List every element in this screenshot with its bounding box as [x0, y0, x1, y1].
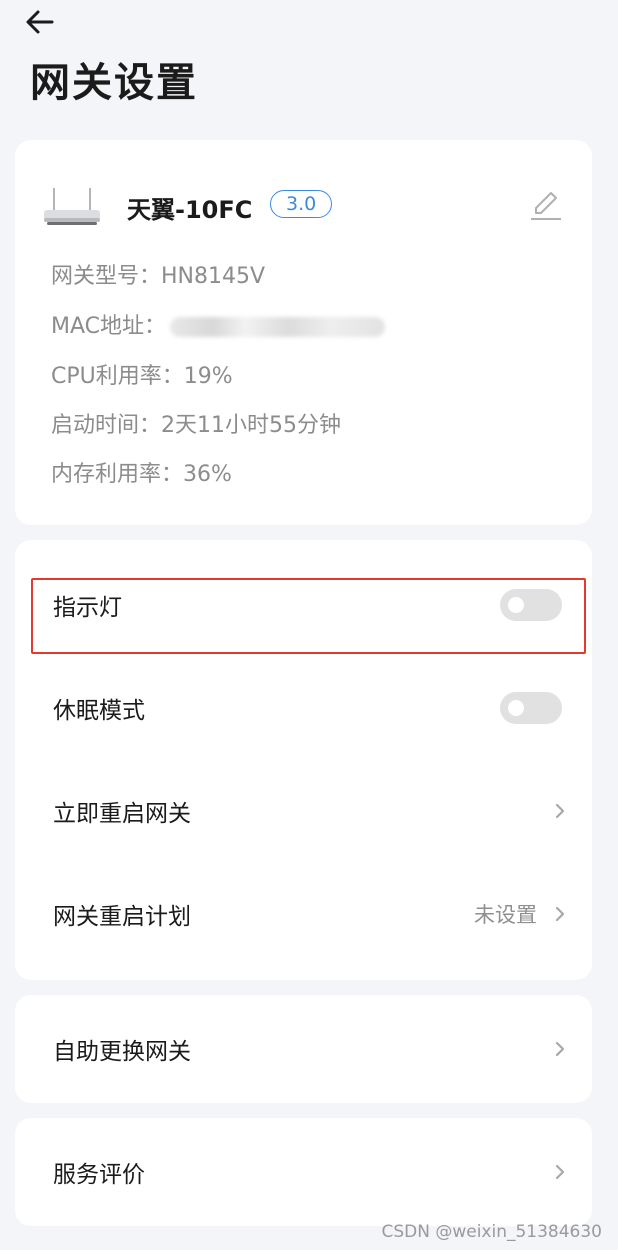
device-info-card: 天翼-10FC 3.0 网关型号：HN8145V MAC地址： CPU利用率：1…: [15, 140, 592, 525]
info-mac-label: MAC地址：: [51, 314, 167, 339]
page-title: 网关设置: [30, 60, 198, 106]
service-review-row: 服务评价: [15, 1137, 592, 1207]
edit-name-button[interactable]: [530, 188, 562, 226]
info-model-row: 网关型号：HN8145V: [51, 258, 265, 290]
mac-address-redacted: [170, 317, 386, 337]
sleep-mode-row: 休眠模式: [15, 673, 592, 743]
toggle-knob: [508, 700, 524, 716]
indicator-light-row: 指示灯: [15, 570, 592, 640]
info-cpu-row: CPU利用率：19%: [51, 358, 233, 390]
info-memory-value: 36%: [183, 462, 232, 487]
chevron-right-icon: [555, 1164, 565, 1180]
sleep-mode-toggle[interactable]: [500, 692, 562, 724]
info-cpu-value: 19%: [183, 364, 233, 389]
info-uptime-value: 2天11小时55分钟: [161, 413, 342, 438]
swap-gateway-card[interactable]: 自助更换网关: [15, 995, 592, 1103]
reboot-plan-label: 网关重启计划: [53, 904, 191, 930]
chevron-right-icon: [555, 803, 565, 819]
swap-gateway-row: 自助更换网关: [15, 1014, 592, 1084]
back-button[interactable]: [24, 8, 64, 40]
service-review-label: 服务评价: [53, 1162, 145, 1188]
toggle-knob: [508, 597, 524, 613]
sleep-mode-label: 休眠模式: [53, 698, 145, 724]
reboot-now-row[interactable]: 立即重启网关: [15, 776, 592, 846]
info-uptime-label: 启动时间：: [51, 413, 162, 438]
info-memory-row: 内存利用率：36%: [51, 456, 232, 488]
settings-card: 指示灯 休眠模式 立即重启网关 网关重启计划 未设置: [15, 540, 592, 980]
reboot-plan-value: 未设置: [474, 903, 537, 927]
swap-gateway-label: 自助更换网关: [53, 1039, 191, 1065]
info-memory-label: 内存利用率：: [51, 462, 184, 487]
info-cpu-label: CPU利用率：: [51, 364, 184, 389]
pencil-icon: [531, 192, 561, 220]
version-badge: 3.0: [270, 190, 333, 218]
arrow-left-icon: [26, 10, 54, 34]
reboot-now-label: 立即重启网关: [53, 801, 191, 827]
indicator-light-label: 指示灯: [53, 595, 122, 621]
reboot-plan-row[interactable]: 网关重启计划 未设置: [15, 879, 592, 949]
chevron-right-icon: [555, 906, 565, 922]
service-review-card[interactable]: 服务评价: [15, 1118, 592, 1226]
chevron-right-icon: [555, 1041, 565, 1057]
info-model-label: 网关型号：: [51, 264, 162, 289]
info-mac-row: MAC地址：: [51, 308, 386, 340]
router-icon: [44, 188, 100, 225]
indicator-light-toggle[interactable]: [500, 589, 562, 621]
info-uptime-row: 启动时间：2天11小时55分钟: [51, 407, 341, 439]
watermark: CSDN @weixin_51384630: [381, 1222, 602, 1242]
device-name: 天翼-10FC: [127, 196, 253, 224]
info-model-value: HN8145V: [161, 264, 266, 289]
